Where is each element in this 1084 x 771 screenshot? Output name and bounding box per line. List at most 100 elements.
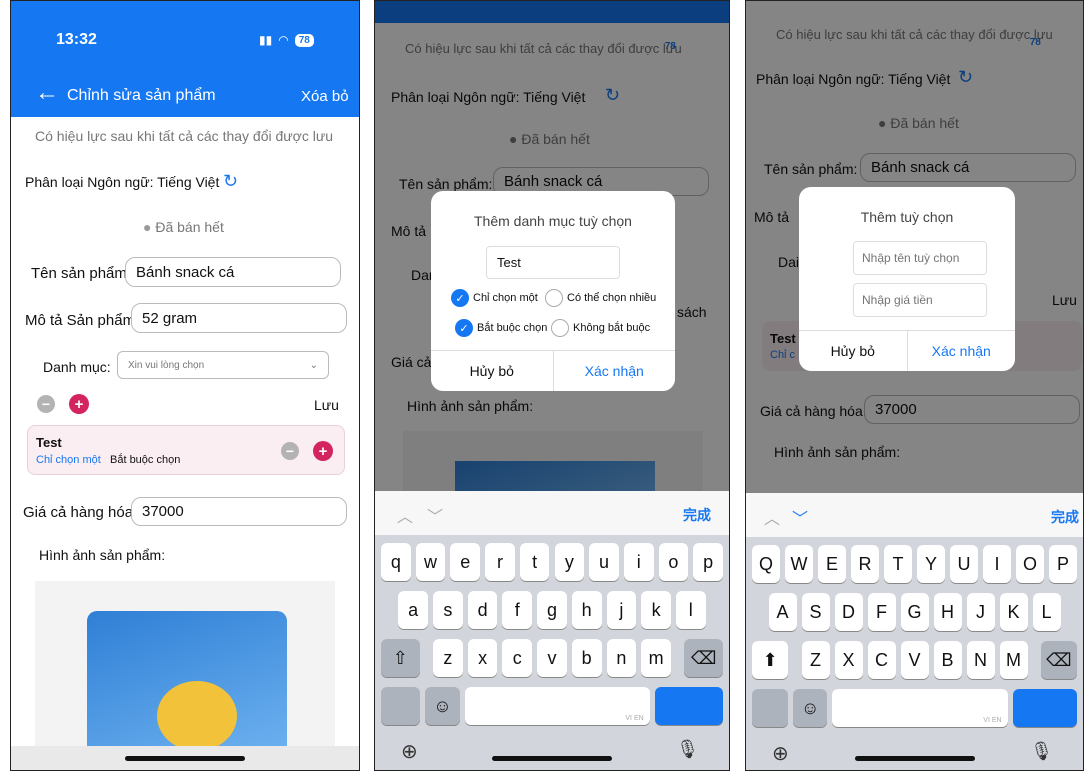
option-price-input[interactable]: [853, 283, 987, 317]
radio-single-choice[interactable]: ✓ Chỉ chọn một: [451, 289, 538, 307]
globe-icon[interactable]: ⊕: [401, 739, 418, 764]
name-input[interactable]: Bánh snack cá: [125, 257, 341, 287]
numbers-key[interactable]: [752, 689, 789, 727]
return-key[interactable]: [1012, 689, 1077, 727]
key-m[interactable]: M: [999, 641, 1028, 679]
key-o[interactable]: o: [658, 543, 689, 581]
space-language-hint: VI EN: [983, 717, 1002, 724]
key-d[interactable]: D: [834, 593, 863, 631]
key-m[interactable]: m: [641, 639, 671, 677]
key-y[interactable]: Y: [917, 545, 945, 583]
key-w[interactable]: W: [785, 545, 813, 583]
key-e[interactable]: E: [818, 545, 846, 583]
cancel-button[interactable]: Hủy bỏ: [799, 331, 908, 371]
key-a[interactable]: A: [768, 593, 797, 631]
price-input[interactable]: 37000: [131, 497, 347, 526]
key-x[interactable]: X: [834, 641, 863, 679]
key-l[interactable]: L: [1032, 593, 1061, 631]
key-b[interactable]: B: [933, 641, 962, 679]
radio-optional[interactable]: Không bắt buộc: [551, 319, 650, 337]
key-t[interactable]: T: [884, 545, 912, 583]
key-n[interactable]: N: [966, 641, 995, 679]
key-b[interactable]: b: [571, 639, 602, 677]
key-h[interactable]: h: [571, 591, 602, 629]
key-l[interactable]: l: [675, 591, 706, 629]
add-category-button[interactable]: +: [69, 394, 89, 414]
key-x[interactable]: x: [467, 639, 498, 677]
key-g[interactable]: G: [900, 593, 929, 631]
key-y[interactable]: y: [554, 543, 585, 581]
key-o[interactable]: O: [1016, 545, 1044, 583]
delete-button[interactable]: Xóa bỏ: [301, 88, 349, 105]
remove-category-button[interactable]: −: [37, 395, 55, 413]
key-z[interactable]: z: [433, 639, 463, 677]
shift-icon[interactable]: ⇧: [381, 639, 420, 677]
key-r[interactable]: R: [851, 545, 879, 583]
key-i[interactable]: I: [983, 545, 1011, 583]
key-g[interactable]: g: [537, 591, 567, 629]
category-name-input[interactable]: Test: [486, 246, 620, 279]
radio-multi-choice[interactable]: Có thể chọn nhiều: [545, 289, 656, 307]
product-image[interactable]: [35, 581, 335, 761]
numbers-key[interactable]: [381, 687, 420, 725]
emoji-icon[interactable]: ☺: [793, 689, 827, 727]
key-e[interactable]: e: [450, 543, 481, 581]
radio-required[interactable]: ✓ Bắt buộc chọn: [455, 319, 547, 337]
globe-icon[interactable]: ⊕: [772, 741, 789, 766]
save-button[interactable]: Lưu: [314, 397, 339, 413]
key-q[interactable]: Q: [752, 545, 780, 583]
space-key[interactable]: VI EN: [832, 689, 1008, 727]
microphone-icon[interactable]: 🎙: [676, 739, 699, 760]
key-r[interactable]: r: [485, 543, 515, 581]
key-u[interactable]: U: [950, 545, 978, 583]
category-select[interactable]: Xin vui lòng chọn ⌄: [117, 351, 329, 379]
key-i[interactable]: i: [623, 543, 654, 581]
confirm-button[interactable]: Xác nhận: [554, 351, 676, 391]
key-q[interactable]: q: [381, 543, 411, 581]
return-key[interactable]: [654, 687, 723, 725]
keyboard-done-button[interactable]: 完成: [683, 505, 711, 525]
microphone-icon[interactable]: 🎙: [1030, 741, 1053, 762]
key-v[interactable]: V: [900, 641, 929, 679]
backspace-icon[interactable]: ⌫: [684, 639, 723, 677]
key-p[interactable]: P: [1049, 545, 1077, 583]
back-arrow-icon[interactable]: ←: [35, 81, 59, 105]
key-f[interactable]: F: [867, 593, 896, 631]
key-k[interactable]: k: [641, 591, 671, 629]
key-u[interactable]: u: [589, 543, 619, 581]
key-n[interactable]: n: [606, 639, 637, 677]
refresh-icon[interactable]: ↻: [223, 171, 238, 192]
option-name-input[interactable]: [853, 241, 987, 275]
next-field-icon[interactable]: ﹀: [792, 505, 808, 529]
backspace-icon[interactable]: ⌫: [1040, 641, 1077, 679]
key-s[interactable]: S: [801, 593, 830, 631]
soldout-toggle[interactable]: ● Đã bán hết: [143, 219, 224, 235]
prev-field-icon[interactable]: ︿: [397, 503, 413, 527]
key-c[interactable]: C: [867, 641, 896, 679]
space-key[interactable]: VI EN: [465, 687, 650, 725]
remove-option-button[interactable]: −: [281, 442, 299, 460]
add-option-button[interactable]: +: [313, 441, 333, 461]
next-field-icon[interactable]: ﹀: [427, 503, 443, 527]
key-s[interactable]: s: [433, 591, 463, 629]
key-v[interactable]: v: [537, 639, 567, 677]
key-d[interactable]: d: [467, 591, 498, 629]
keyboard-done-button[interactable]: 完成: [1051, 507, 1079, 527]
key-f[interactable]: f: [502, 591, 533, 629]
key-j[interactable]: J: [966, 593, 995, 631]
key-k[interactable]: K: [999, 593, 1028, 631]
key-a[interactable]: a: [398, 591, 429, 629]
key-c[interactable]: c: [502, 639, 533, 677]
cancel-button[interactable]: Hủy bỏ: [431, 351, 554, 391]
shift-icon[interactable]: ⬆: [752, 641, 789, 679]
desc-input[interactable]: 52 gram: [131, 303, 347, 333]
key-h[interactable]: H: [933, 593, 962, 631]
emoji-icon[interactable]: ☺: [424, 687, 461, 725]
key-j[interactable]: j: [606, 591, 637, 629]
confirm-button[interactable]: Xác nhận: [908, 331, 1016, 371]
key-p[interactable]: p: [693, 543, 723, 581]
key-w[interactable]: w: [415, 543, 446, 581]
key-z[interactable]: Z: [801, 641, 830, 679]
key-t[interactable]: t: [519, 543, 550, 581]
prev-field-icon[interactable]: ︿: [764, 505, 780, 529]
